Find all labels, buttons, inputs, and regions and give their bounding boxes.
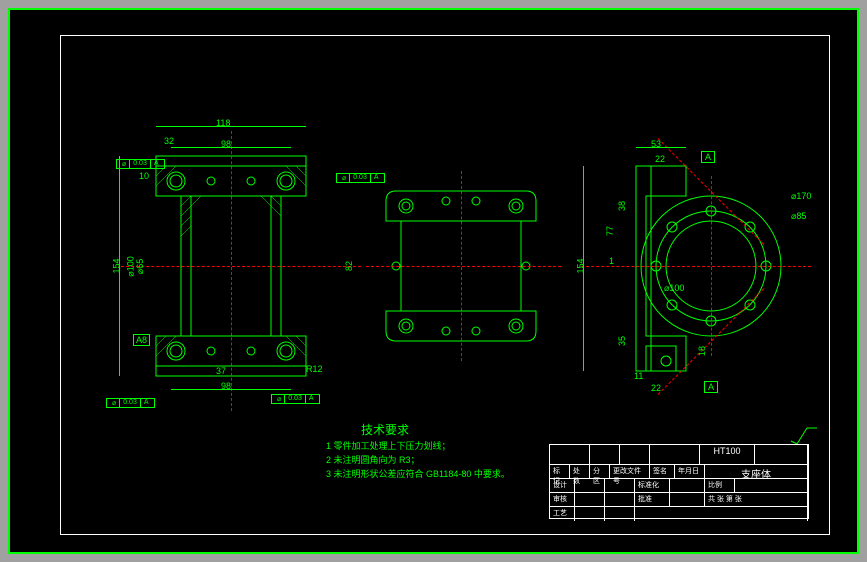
- dim-82: 82: [344, 261, 354, 271]
- dimline: [636, 147, 686, 148]
- tolerance-frame-2: ⌀0.03A: [336, 173, 385, 183]
- dim-18: 18: [697, 346, 707, 356]
- dim-35: 35: [617, 336, 627, 346]
- dim-10: 10: [139, 171, 149, 181]
- dim-d170: ⌀170: [791, 191, 811, 202]
- part-no: HT100: [700, 445, 755, 464]
- dim-38: 38: [617, 201, 627, 211]
- drawing-window: 118 98 32 10 154 ⌀100 ⌀65 82 37 98 R12 ⌀…: [8, 8, 859, 554]
- dimline: [119, 156, 120, 376]
- centerline-v-top: [461, 171, 462, 361]
- notes-line1: 1 零件加工处理上下压力划线；: [326, 439, 451, 452]
- notes-line2: 2 未注明圆角向为 R3；: [326, 453, 420, 466]
- dim-77: 77: [605, 226, 615, 236]
- datum-a8: A8: [133, 334, 150, 346]
- title-block: HT100 标记 处数 分区 更改文件号 签名 年月日 支座体 设计 标准化: [549, 444, 809, 519]
- tolerance-frame-4: ⌀0.03A: [271, 394, 320, 404]
- tolerance-frame-3: ⌀0.03A: [106, 398, 155, 408]
- datum-a2: A: [704, 381, 718, 393]
- dim-d65: ⌀65: [135, 259, 146, 274]
- centerline-h-front: [121, 266, 361, 267]
- centerline-h-side: [581, 266, 811, 267]
- dim-d85: ⌀85: [791, 211, 806, 222]
- tolerance-frame-1: ⌀0.03A: [116, 159, 165, 169]
- dim-r12: R12: [306, 364, 323, 374]
- dimline: [583, 166, 584, 371]
- drawing-frame: 118 98 32 10 154 ⌀100 ⌀65 82 37 98 R12 ⌀…: [60, 35, 830, 535]
- dimline: [171, 389, 291, 390]
- datum-a: A: [701, 151, 715, 163]
- dim-22-top: 22: [655, 154, 665, 164]
- dim-154: 154: [112, 258, 122, 273]
- notes-title: 技术要求: [361, 421, 409, 438]
- dim-154-side: 154: [576, 258, 586, 273]
- dim-22-btm: 22: [651, 383, 661, 393]
- notes-line3: 3 未注明形状公差应符合 GB1184-80 中要求。: [326, 467, 510, 480]
- dim-d100-side: ⌀100: [664, 283, 684, 294]
- centerline-v-front: [231, 131, 232, 411]
- dim-11: 11: [634, 371, 643, 381]
- dimline: [171, 147, 291, 148]
- dim-32: 32: [164, 136, 174, 146]
- dim-37: 37: [216, 366, 226, 376]
- dim-1: 1: [609, 256, 614, 266]
- centerline-h-top: [366, 266, 561, 267]
- drawing-area[interactable]: 118 98 32 10 154 ⌀100 ⌀65 82 37 98 R12 ⌀…: [61, 36, 829, 534]
- centerline-v-side: [711, 176, 712, 356]
- dimline: [156, 126, 306, 127]
- part-name: 支座体: [705, 465, 808, 478]
